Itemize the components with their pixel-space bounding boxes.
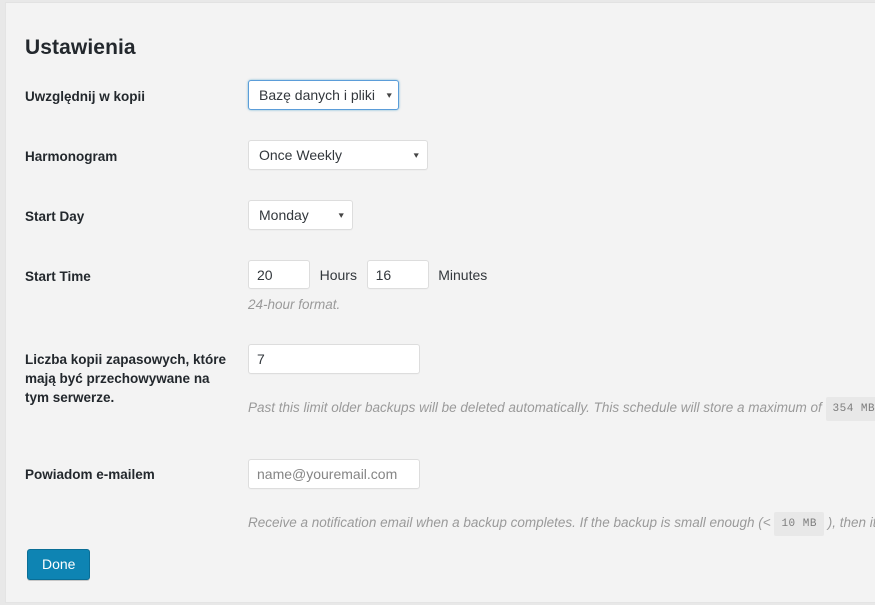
start-time-minutes-input[interactable]	[366, 260, 429, 289]
chevron-down-icon: ▾	[339, 209, 345, 220]
notify-email-input[interactable]	[248, 459, 420, 489]
select-start-day-value: Monday	[259, 207, 309, 223]
label-start-time: Start Time	[25, 269, 91, 284]
start-time-minutes-unit: Minutes	[438, 266, 488, 283]
chevron-down-icon: ▾	[414, 149, 420, 160]
select-include-in-backup-value: Bazę danych i pliki	[259, 87, 375, 103]
start-time-hours-unit: Hours	[319, 266, 357, 283]
backup-count-input[interactable]	[248, 344, 420, 374]
page-title: Ustawienia	[25, 36, 136, 60]
notify-email-description-text: Receive a notification email when a back…	[248, 515, 771, 530]
settings-panel: Ustawienia Uwzględnij w kopii Bazę danyc…	[5, 2, 875, 603]
email-size-badge: 10 MB	[774, 512, 824, 536]
start-time-hours-input[interactable]	[248, 260, 310, 289]
start-time-description: 24-hour format.	[248, 297, 341, 312]
chevron-down-icon: ▾	[386, 89, 392, 100]
notify-email-description-suffix: ), then it wil	[827, 515, 875, 530]
label-backup-count: Liczba kopii zapasowych, które mają być …	[25, 352, 227, 405]
select-start-day[interactable]: Monday ▾	[248, 200, 353, 230]
label-include-in-backup: Uwzględnij w kopii	[25, 89, 146, 104]
done-button[interactable]: Done	[27, 549, 91, 580]
backup-count-description-text: Past this limit older backups will be de…	[248, 400, 822, 415]
settings-form: Ustawienia Uwzględnij w kopii Bazę danyc…	[6, 3, 875, 602]
select-schedule[interactable]: Once Weekly ▾	[248, 140, 428, 170]
label-start-day: Start Day	[25, 209, 85, 224]
select-schedule-value: Once Weekly	[259, 147, 342, 163]
backup-size-badge: 354 MB	[825, 397, 875, 421]
label-schedule: Harmonogram	[25, 149, 118, 164]
select-include-in-backup[interactable]: Bazę danych i pliki ▾	[248, 80, 399, 110]
notify-email-description: Receive a notification email when a back…	[248, 512, 875, 536]
backup-count-description: Past this limit older backups will be de…	[248, 397, 875, 421]
label-notify-email: Powiadom e-mailem	[25, 467, 155, 482]
